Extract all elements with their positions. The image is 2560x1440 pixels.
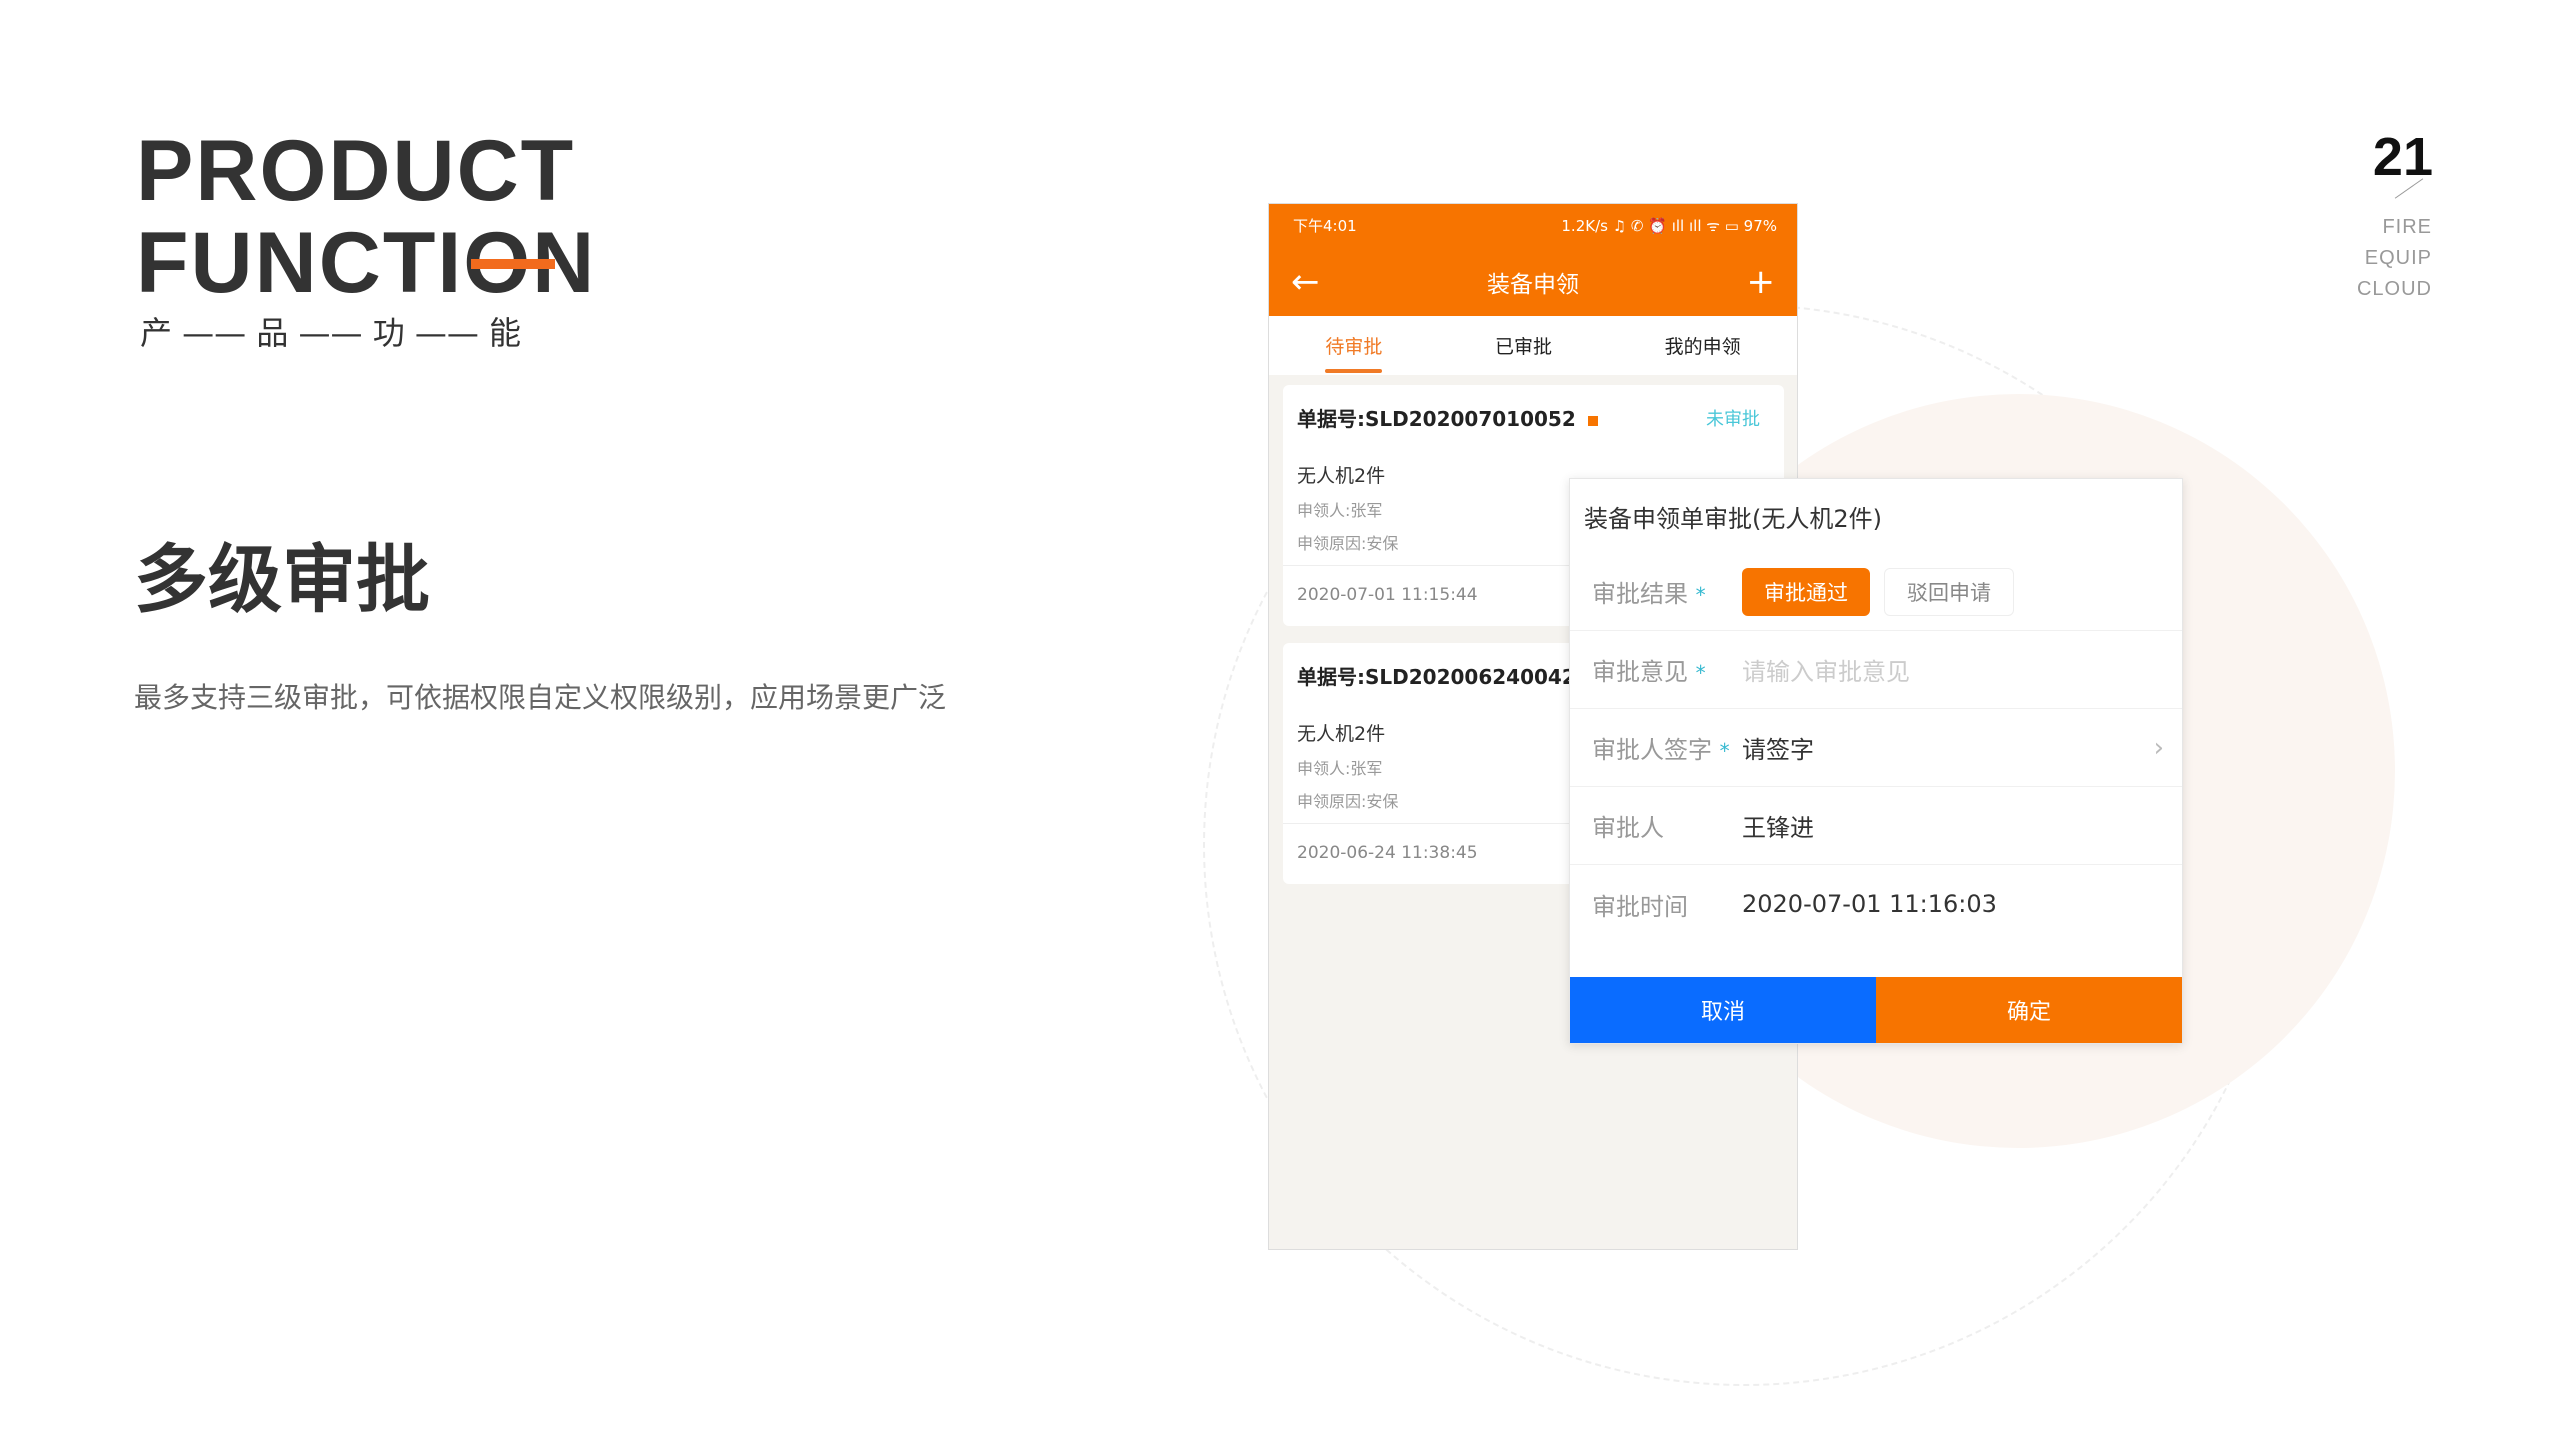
section-heading: 多级审批 — [134, 537, 430, 623]
required-mark: * — [1719, 739, 1730, 763]
subtitle: 产 —— 品 —— 功 —— 能 — [140, 314, 522, 352]
confirm-button[interactable]: 确定 — [1876, 977, 2182, 1043]
status-icons: 1.2K/s ♫ ✆ ⏰ ıll ıll ᯤ ▭ 97% — [1561, 216, 1777, 235]
plus-icon[interactable]: + — [1747, 265, 1776, 299]
datetime: 2020-07-01 11:15:44 — [1297, 585, 1478, 605]
signature-row[interactable]: 审批人签字 * 请签字 › — [1570, 709, 2182, 787]
page-number: 21 — [2372, 127, 2433, 187]
status-time: 下午4:01 — [1293, 217, 1357, 235]
reason: 申领原因:安保 — [1297, 792, 1399, 811]
applicant: 申领人:张军 — [1297, 501, 1383, 520]
opinion-input[interactable]: 请输入审批意见 — [1742, 652, 1910, 687]
approve-option[interactable]: 审批通过 — [1742, 567, 1870, 616]
arrow-left-icon[interactable]: ← — [1291, 265, 1320, 299]
field-label: 审批时间 — [1592, 892, 1688, 921]
dialog-title: 装备申领单审批(无人机2件) — [1584, 505, 1882, 533]
approver-value: 王锋进 — [1742, 814, 1814, 842]
accent-bar — [471, 259, 555, 269]
item-name: 无人机2件 — [1297, 723, 1386, 745]
status-dot — [1587, 415, 1598, 426]
cancel-button[interactable]: 取消 — [1570, 977, 1876, 1043]
brand-line: CLOUD — [2356, 278, 2432, 300]
opinion-row: 审批意见 * 请输入审批意见 — [1570, 631, 2182, 709]
applicant: 申领人:张军 — [1297, 759, 1383, 778]
approval-dialog: 装备申领单审批(无人机2件) 审批结果 * 审批通过 驳回申请 审批意见 * 请… — [1569, 478, 2183, 1044]
section-description: 最多支持三级审批，可依据权限自定义权限级别，应用场景更广泛 — [134, 681, 947, 714]
tab-approved[interactable]: 已审批 — [1495, 322, 1552, 369]
field-label: 审批人签字 — [1592, 736, 1712, 764]
item-name: 无人机2件 — [1297, 465, 1386, 487]
required-mark: * — [1695, 583, 1706, 607]
navbar: ← 装备申领 + — [1269, 247, 1797, 316]
field-label: 审批意见 — [1592, 658, 1688, 686]
status-bar: 下午4:01 1.2K/s ♫ ✆ ⏰ ıll ıll ᯤ ▭ 97% — [1269, 204, 1797, 247]
tab-pending[interactable]: 待审批 — [1325, 322, 1383, 373]
tab-bar: 待审批 已审批 我的申领 — [1269, 316, 1797, 375]
time-row: 审批时间 2020-07-01 11:16:03 — [1570, 865, 2182, 943]
datetime: 2020-06-24 11:38:45 — [1297, 843, 1478, 863]
field-label: 审批人 — [1592, 814, 1664, 842]
tab-my-requests[interactable]: 我的申领 — [1665, 322, 1741, 369]
brand-line: EQUIP — [2364, 247, 2432, 269]
time-value: 2020-07-01 11:16:03 — [1742, 890, 1997, 918]
chevron-right-icon: › — [2153, 732, 2164, 763]
reject-option[interactable]: 驳回申请 — [1884, 567, 2014, 616]
approver-row: 审批人 王锋进 — [1570, 787, 2182, 865]
title-line-1: PRODUCT — [136, 123, 576, 219]
navbar-title: 装备申领 — [1487, 271, 1579, 298]
status-badge: 未审批 — [1706, 409, 1760, 430]
order-number: 单据号:SLD202006240042 — [1297, 665, 1576, 689]
result-row: 审批结果 * 审批通过 驳回申请 — [1570, 553, 2182, 631]
order-number: 单据号:SLD202007010052 — [1297, 407, 1576, 431]
brand-line: FIRE — [2382, 216, 2432, 238]
required-mark: * — [1695, 661, 1706, 685]
field-label: 审批结果 — [1592, 580, 1688, 608]
signature-value: 请签字 — [1742, 736, 1814, 764]
reason: 申领原因:安保 — [1297, 534, 1399, 553]
